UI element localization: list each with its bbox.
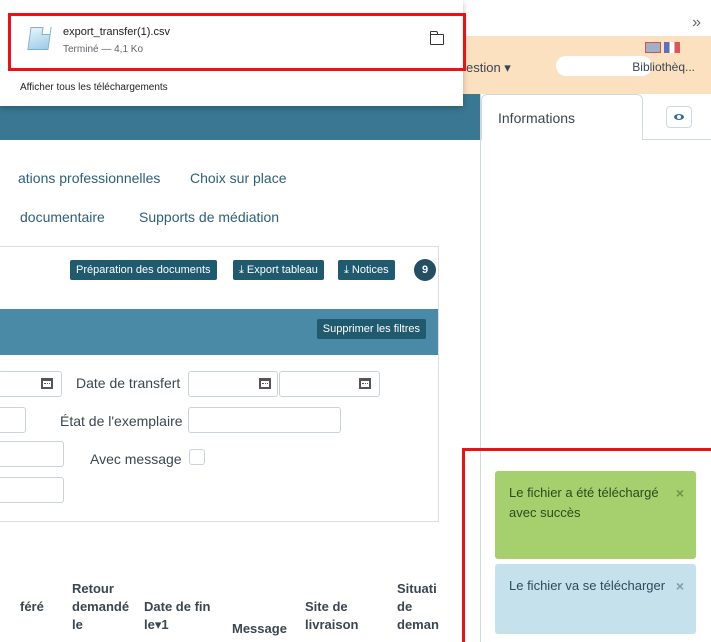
date-input-start[interactable] xyxy=(0,371,62,397)
clear-filters-button[interactable]: Supprimer les filtres xyxy=(316,319,426,339)
transfer-date-to[interactable] xyxy=(279,371,380,397)
nav-link-choix-sur-place[interactable]: Choix sur place xyxy=(190,170,287,186)
success-toast-message: Le fichier a été téléchargé avec succès xyxy=(509,485,659,520)
count-badge: 9 xyxy=(414,259,436,281)
highlight-download-box xyxy=(8,13,466,71)
th-transfere[interactable]: féré xyxy=(20,598,44,616)
tab-informations[interactable]: Informations xyxy=(481,94,643,140)
tab-divider xyxy=(643,139,711,140)
tab-informations-label: Informations xyxy=(498,110,576,126)
th-situation[interactable]: Situati de deman xyxy=(397,580,439,634)
nav-link-documentaire[interactable]: documentaire xyxy=(20,209,105,225)
flag-fr-icon[interactable] xyxy=(664,42,680,53)
filters-header: Supprimer les filtres xyxy=(0,309,438,355)
overflow-chevron-icon[interactable]: » xyxy=(692,14,701,32)
gestion-menu[interactable]: estion ▾ xyxy=(466,60,511,76)
filter-input-left[interactable] xyxy=(0,407,26,433)
with-message-label: Avec message xyxy=(90,451,182,467)
nav-link-supports-mediation[interactable]: Supports de médiation xyxy=(139,209,279,225)
notices-button[interactable]: ⤓ Notices xyxy=(338,260,395,280)
calendar-icon[interactable] xyxy=(359,378,371,389)
calendar-icon[interactable] xyxy=(41,378,53,389)
transfer-date-label: Date de transfert xyxy=(76,375,181,391)
th-message[interactable]: Message xyxy=(232,620,287,638)
filter-input-left-3[interactable] xyxy=(0,477,64,503)
th-date-de-fin[interactable]: Date de fin le▾1 xyxy=(144,598,210,634)
info-toast-message: Le fichier va se télécharger xyxy=(509,578,666,593)
info-toast: Le fichier va se télécharger × xyxy=(495,564,696,634)
language-flags xyxy=(645,42,681,54)
prepare-documents-button[interactable]: Préparation des documents xyxy=(70,260,217,280)
close-icon[interactable]: × xyxy=(676,576,684,596)
show-all-downloads-link[interactable]: Afficher tous les téléchargements xyxy=(20,82,168,93)
copy-state-label: État de l'exemplaire xyxy=(60,413,183,429)
export-table-button[interactable]: ⤓ Export tableau xyxy=(233,260,324,280)
filter-input-left-2[interactable] xyxy=(0,441,64,467)
library-selector[interactable]: Bibliothèq... xyxy=(632,60,695,74)
copy-state-input[interactable] xyxy=(188,407,341,433)
th-retour-demande[interactable]: Retour demandé le xyxy=(72,580,129,634)
eye-icon[interactable] xyxy=(666,106,692,128)
calendar-icon[interactable] xyxy=(259,378,271,389)
flag-uk-icon[interactable] xyxy=(645,42,661,53)
results-card: Préparation des documents ⤓ Export table… xyxy=(0,246,439,522)
transfer-date-from[interactable] xyxy=(188,371,278,397)
success-toast: Le fichier a été téléchargé avec succès … xyxy=(495,471,696,559)
th-site-livraison[interactable]: Site de livraison xyxy=(305,598,358,634)
close-icon[interactable]: × xyxy=(676,483,684,503)
with-message-checkbox[interactable] xyxy=(189,449,205,465)
nav-link-professional[interactable]: ations professionnelles xyxy=(18,170,160,186)
